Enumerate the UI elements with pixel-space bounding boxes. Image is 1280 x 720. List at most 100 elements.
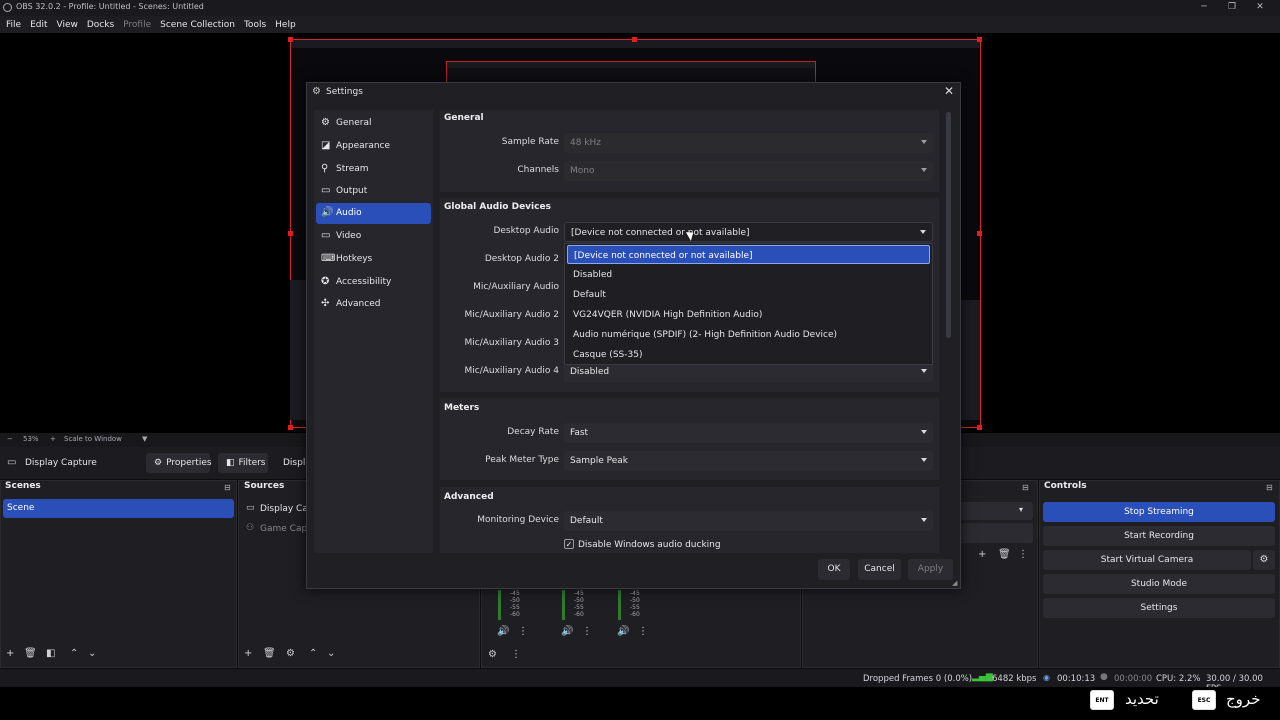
signal-icon: ▂▄▆ [972,672,993,682]
decay-rate-select[interactable]: Fast [564,423,933,443]
transform-handle[interactable] [977,37,982,42]
chevron-down-icon: ▾ [1019,505,1024,514]
start-recording-button[interactable]: Start Recording [1043,526,1275,546]
filter-icon[interactable]: ◧ [46,648,55,659]
kebab-menu-icon[interactable]: ⋮ [582,626,592,637]
menu-scene-collection[interactable]: Scene Collection [160,20,235,30]
monitoring-device-label: Monitoring Device [477,515,559,525]
close-icon[interactable]: ✕ [944,84,954,98]
sample-rate-select[interactable]: 48 kHz [564,133,933,153]
dock-undock-icon[interactable]: ⊟ [224,483,231,492]
nav-output[interactable]: ▭ Output [316,181,431,202]
chevron-down-icon [921,369,927,373]
desktop-audio-select[interactable]: [Device not connected or not available] [564,222,933,242]
resize-grip-icon[interactable]: ◢ [952,579,957,587]
menu-file[interactable]: File [6,20,21,30]
move-down-button[interactable]: ⌄ [88,648,96,659]
nav-stream[interactable]: ⚲ Stream [316,159,431,180]
dropdown-option[interactable]: VG24VQER (NVIDIA High Definition Audio) [567,305,930,324]
chevron-down-icon[interactable]: ▼ [142,435,147,443]
move-down-button[interactable]: ⌄ [327,648,335,659]
trash-icon[interactable]: 🗑 [998,549,1011,560]
kebab-menu-icon[interactable]: ⋮ [1018,549,1028,560]
trash-icon[interactable]: 🗑 [24,648,37,659]
add-source-button[interactable]: + [244,648,252,659]
nav-accessibility[interactable]: ✪ Accessibility [316,272,431,293]
cancel-button[interactable]: Cancel [858,559,901,580]
meter-ticks: -45 -50 -55 -60 [630,590,640,618]
ok-button[interactable]: OK [818,559,850,580]
menu-tools[interactable]: Tools [244,20,266,30]
maximize-icon[interactable]: ❐ [1225,2,1239,12]
speaker-icon[interactable]: 🔊 [497,626,509,637]
nav-advanced[interactable]: ✣ Advanced [316,294,431,315]
menu-help[interactable]: Help [275,20,296,30]
mic-aux-4-select[interactable]: Disabled [564,362,933,382]
gear-icon[interactable]: ⚙ [286,648,295,659]
studio-mode-button[interactable]: Studio Mode [1043,574,1275,594]
chevron-down-icon [921,140,927,144]
dropdown-option[interactable]: Default [567,285,930,304]
nav-hotkeys[interactable]: ⌨ Hotkeys [316,249,431,270]
monitor-icon: ▭ [246,503,255,513]
settings-button[interactable]: Settings [1043,598,1275,618]
close-window-icon[interactable]: ✕ [1253,2,1267,12]
ent-key-icon: ENT [1090,690,1114,710]
speaker-icon[interactable]: 🔊 [561,626,573,637]
menu-docks[interactable]: Docks [87,20,114,30]
controls-header: Controls [1044,481,1087,491]
scale-mode-select[interactable]: Scale to Window [64,435,122,443]
add-scene-button[interactable]: + [6,648,14,659]
transform-handle[interactable] [632,37,637,42]
start-virtual-camera-button[interactable]: Start Virtual Camera [1043,550,1251,570]
move-up-button[interactable]: ⌃ [309,648,317,659]
monitoring-device-select[interactable]: Default [564,511,933,531]
dock-undock-icon[interactable]: ⊟ [1022,483,1029,492]
transform-handle[interactable] [977,231,982,236]
speaker-icon[interactable]: 🔊 [617,626,629,637]
gear-icon[interactable]: ⚙ [488,649,497,660]
transform-handle[interactable] [977,425,982,430]
ducking-checkbox[interactable]: ✓ [564,539,574,549]
gear-icon[interactable]: ⚙ [1253,550,1275,570]
transform-handle[interactable] [288,425,293,430]
zoom-out-button[interactable]: − [7,435,13,443]
menu-profile[interactable]: Profile [123,20,151,30]
scene-item[interactable]: Scene [3,499,234,518]
move-up-button[interactable]: ⌃ [70,648,78,659]
kebab-menu-icon[interactable]: ⋮ [518,626,528,637]
peak-meter-select[interactable]: Sample Peak [564,451,933,471]
menu-edit[interactable]: Edit [30,20,47,30]
menu-view[interactable]: View [57,20,78,30]
transform-handle[interactable] [288,231,293,236]
update-hint: تحديد [1125,690,1159,708]
nav-appearance[interactable]: ◪ Appearance [316,136,431,157]
gear-icon: ⚙ [154,458,163,468]
scrollbar[interactable] [946,112,951,338]
filters-button[interactable]: ◧ Filters [218,453,268,473]
dropdown-option[interactable]: [Device not connected or not available] [567,245,930,264]
dropdown-option[interactable]: Audio numérique (SPDIF) (2- High Definit… [567,325,930,344]
zoom-in-button[interactable]: + [50,435,56,443]
desktop-audio-label: Desktop Audio [493,226,559,236]
dock-undock-icon[interactable]: ⊟ [1266,483,1273,492]
dropdown-option[interactable]: Casque (SS-35) [567,345,930,364]
nav-audio[interactable]: 🔊 Audio [316,203,431,224]
chevron-down-icon [921,168,927,172]
sample-rate-label: Sample Rate [501,137,559,147]
kebab-menu-icon[interactable]: ⋮ [511,649,521,660]
nav-general[interactable]: ⚙ General [316,113,431,134]
apply-button[interactable]: Apply [908,559,953,580]
dropdown-option[interactable]: Disabled [567,265,930,284]
channels-select[interactable]: Mono [564,161,933,181]
kebab-menu-icon[interactable]: ⋮ [638,626,648,637]
stop-streaming-button[interactable]: Stop Streaming [1043,502,1275,522]
add-transition-button[interactable]: + [978,549,986,560]
nav-video[interactable]: ▭ Video [316,226,431,247]
duration-spinner[interactable] [960,523,1033,543]
properties-button[interactable]: ⚙ Properties [146,453,212,473]
chevron-down-icon [921,430,927,434]
minimize-icon[interactable]: ─ [1197,2,1211,12]
trash-icon[interactable]: 🗑 [263,648,276,659]
transform-handle[interactable] [288,37,293,42]
